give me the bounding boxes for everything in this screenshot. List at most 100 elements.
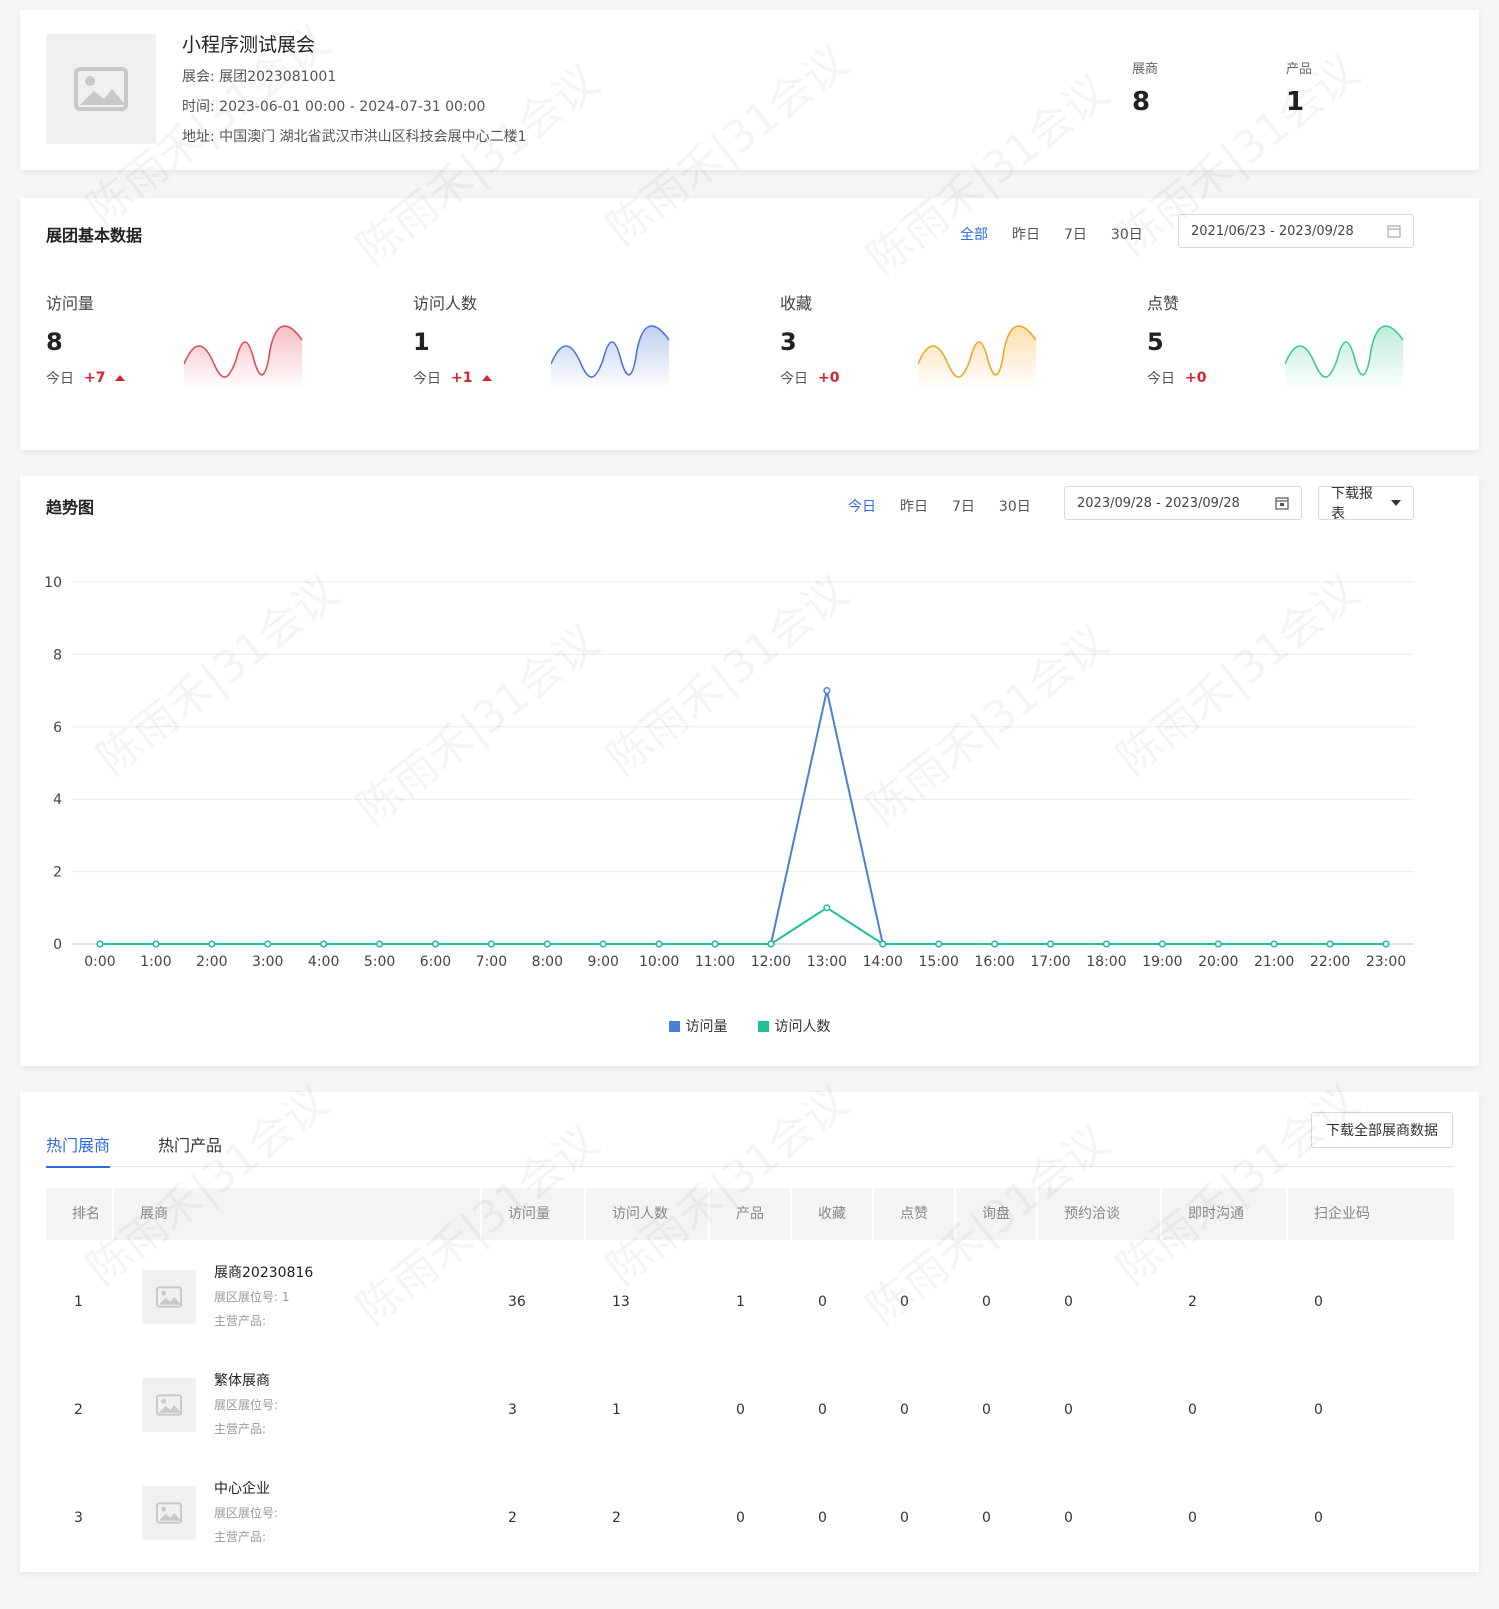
basic-date-range-picker[interactable]: 2021/06/23 - 2023/09/28 [1178, 214, 1414, 248]
metric-likes: 点赞 5 今日 +0 [1147, 290, 1447, 400]
visitors-cell: 2 [612, 1510, 621, 1526]
today-label: 今日 [46, 371, 74, 387]
tab-7-days[interactable]: 7日 [940, 496, 987, 516]
legend-label: 访问人数 [774, 1019, 831, 1035]
column-header: 访问人数 [586, 1188, 710, 1240]
visitors-cell: 1 [612, 1402, 621, 1418]
trend-range-tabs: 今日 昨日 7日 30日 [836, 496, 1043, 516]
exhibitor-name[interactable]: 展商20230816 [214, 1262, 313, 1282]
table-row[interactable]: 2 3 1 0 0 0 0 0 0 0 繁体展商 展区展位号: 主营产品: [46, 1356, 1454, 1464]
products-cell: 0 [736, 1510, 745, 1526]
tab-today[interactable]: 今日 [836, 496, 888, 516]
column-header: 访问量 [482, 1188, 586, 1240]
rank-cell: 2 [74, 1402, 83, 1418]
legend-swatch [668, 1020, 680, 1032]
metric-label: 收藏 [780, 294, 813, 313]
booth-label: 展区展位号: [214, 1506, 279, 1520]
tab-30-days[interactable]: 30日 [1099, 224, 1155, 244]
table-row[interactable]: 1 36 13 1 0 0 0 0 2 0 展商20230816 展区展位号: 1 主营产品: [46, 1248, 1454, 1356]
data-point [935, 940, 943, 948]
visitors-cell: 13 [612, 1294, 630, 1310]
image-placeholder-icon [156, 1502, 182, 1524]
download-report-dropdown[interactable]: 下载报表 [1318, 486, 1414, 522]
expo-time-line: 时间: 2023-06-01 00:00 - 2024-07-31 00:00 [182, 96, 485, 116]
exhibitor-name[interactable]: 繁体展商 [214, 1370, 270, 1390]
legend-item-visits[interactable]: 访问量 [668, 1016, 728, 1036]
chats-cell: 0 [1188, 1402, 1197, 1418]
metric-label: 访问量 [46, 294, 95, 313]
series-line-visits [100, 690, 1386, 945]
y-tick-label: 0 [53, 937, 62, 953]
likes-cell: 0 [900, 1510, 909, 1526]
y-tick-label: 10 [44, 575, 62, 591]
data-point [320, 940, 328, 948]
trend-date-range-picker[interactable]: 2023/09/28 - 2023/09/28 [1064, 486, 1302, 520]
download-all-exhibitors-button[interactable]: 下载全部展商数据 [1311, 1112, 1453, 1148]
data-point [1326, 940, 1334, 948]
y-tick-label: 6 [53, 720, 62, 736]
booth-label: 展区展位号: [214, 1398, 279, 1412]
x-tick-label: 20:00 [1198, 954, 1238, 970]
data-point [1102, 940, 1110, 948]
tab-yesterday[interactable]: 昨日 [888, 496, 940, 516]
tab-7-days[interactable]: 7日 [1052, 224, 1099, 244]
calendar-icon [1387, 225, 1401, 238]
x-tick-label: 0:00 [84, 954, 115, 970]
exhibitor-logo [142, 1270, 196, 1324]
x-tick-label: 15:00 [919, 954, 959, 970]
inquiries-cell: 0 [982, 1294, 991, 1310]
scans-cell: 0 [1314, 1510, 1323, 1526]
x-tick-label: 6:00 [420, 954, 451, 970]
exhibitor-logo [142, 1378, 196, 1432]
data-point [431, 940, 440, 948]
data-point [1382, 940, 1390, 948]
today-delta: +7 [84, 370, 106, 386]
data-point [655, 940, 663, 948]
main-product-line: 主营产品: [214, 1314, 267, 1328]
trend-line-chart: 0 2 4 6 8 10 0:00 1:00 2:00 3:00 4:00 5:00 6:00 7:00 8… [44, 575, 1414, 970]
tab-30-days[interactable]: 30日 [987, 496, 1043, 516]
x-tick-label: 1:00 [140, 954, 171, 970]
x-tick-label: 7:00 [476, 954, 507, 970]
sparkline-favorites [918, 325, 1037, 390]
expo-value: 展团2023081001 [219, 69, 337, 85]
booth-line: 展区展位号: [214, 1396, 278, 1413]
legend-item-visitors[interactable]: 访问人数 [757, 1016, 831, 1036]
visits-cell: 36 [508, 1294, 526, 1310]
date-range-text: 2023/09/28 - 2023/09/28 [1077, 495, 1240, 511]
metric-label: 访问人数 [413, 294, 478, 313]
column-header: 点赞 [874, 1188, 956, 1240]
table-row[interactable]: 3 2 2 0 0 0 0 0 0 0 中心企业 展区展位号: 主营产品: [46, 1464, 1454, 1572]
tab-all[interactable]: 全部 [948, 224, 1000, 244]
x-tick-label: 9:00 [587, 954, 618, 970]
x-tick-label: 3:00 [252, 954, 283, 970]
data-point [1046, 940, 1055, 948]
x-tick-label: 21:00 [1254, 954, 1294, 970]
column-header: 排名 [46, 1188, 114, 1240]
column-header: 预约洽谈 [1038, 1188, 1162, 1240]
data-point [767, 940, 775, 948]
products-cell: 0 [736, 1402, 745, 1418]
section-title: 趋势图 [46, 498, 95, 517]
favorites-cell: 0 [818, 1294, 827, 1310]
x-tick-label: 19:00 [1142, 954, 1182, 970]
expo-title: 小程序测试展会 [182, 34, 316, 56]
tab-hot-exhibitors[interactable]: 热门展商 [46, 1132, 111, 1168]
basic-range-tabs: 全部 昨日 7日 30日 [948, 224, 1155, 244]
rank-cell: 1 [74, 1294, 83, 1310]
metric-visitors: 访问人数 1 今日 +1 [413, 290, 713, 400]
rank-cell: 3 [74, 1510, 83, 1526]
today-delta: +1 [451, 370, 473, 386]
stat-label: 展商 [1132, 62, 1159, 77]
tab-yesterday[interactable]: 昨日 [1000, 224, 1052, 244]
chats-cell: 2 [1188, 1294, 1197, 1310]
tab-hot-products[interactable]: 热门产品 [158, 1132, 222, 1166]
section-title: 展团基本数据 [46, 226, 143, 245]
column-header: 询盘 [956, 1188, 1038, 1240]
exhibitor-name[interactable]: 中心企业 [214, 1478, 270, 1498]
x-tick-label: 17:00 [1030, 954, 1070, 970]
address-value: 中国澳门 湖北省武汉市洪山区科技会展中心二楼1 [219, 129, 527, 145]
appointments-cell: 0 [1064, 1294, 1073, 1310]
exhibitor-count-stat: 展商 8 [1132, 58, 1158, 117]
expo-label: 展会: [182, 69, 215, 85]
